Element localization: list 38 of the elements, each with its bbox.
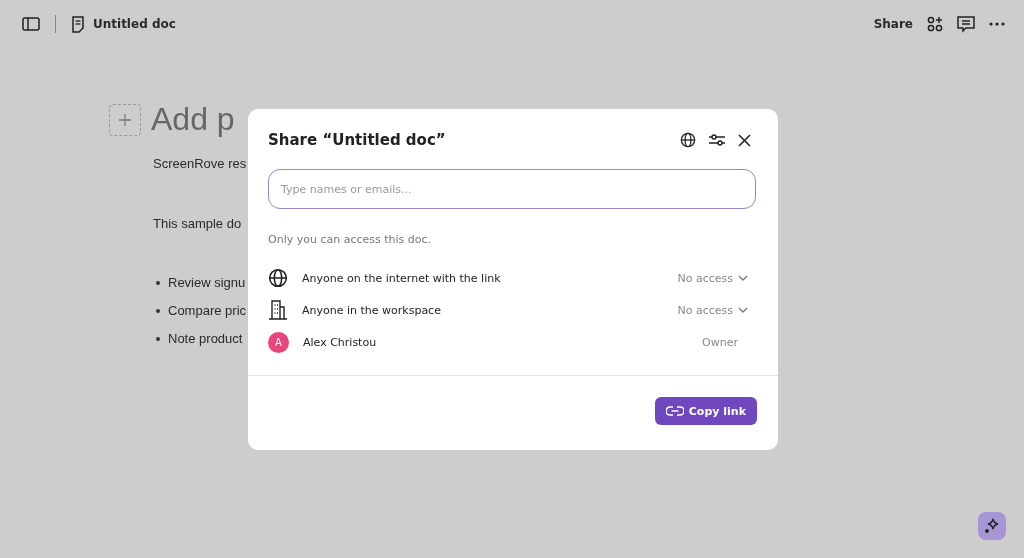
paragraph: This sample do bbox=[153, 216, 243, 231]
document-icon bbox=[71, 15, 85, 33]
sidebar-toggle-icon[interactable] bbox=[22, 17, 40, 31]
paragraph: ScreenRove res bbox=[153, 156, 248, 171]
bullet-text: Compare pric bbox=[168, 303, 247, 318]
close-icon[interactable] bbox=[738, 133, 751, 147]
globe-icon[interactable] bbox=[680, 132, 696, 148]
copy-link-button[interactable]: Copy link bbox=[654, 397, 757, 425]
share-button[interactable]: Share bbox=[873, 17, 913, 31]
comment-icon[interactable] bbox=[957, 15, 975, 33]
chevron-down-icon bbox=[738, 275, 748, 281]
avatar: A bbox=[268, 331, 289, 353]
dialog-title: Share “Untitled doc” bbox=[268, 131, 446, 149]
settings-icon[interactable] bbox=[708, 133, 726, 147]
chevron-down-icon bbox=[738, 307, 748, 313]
access-notice: Only you can access this doc. bbox=[268, 233, 433, 246]
more-icon[interactable] bbox=[989, 22, 1005, 26]
role-label: Owner bbox=[702, 335, 738, 349]
access-dropdown[interactable]: No access bbox=[677, 303, 748, 317]
plus-icon bbox=[118, 112, 132, 127]
access-label: Anyone on the internet with the link bbox=[302, 271, 501, 285]
ai-assistant-button[interactable] bbox=[978, 512, 1006, 540]
search-field[interactable]: Type names or emails... bbox=[268, 169, 756, 209]
page-title: Add p bbox=[151, 101, 235, 138]
bullet-dot bbox=[156, 308, 160, 313]
bullet-dot bbox=[156, 280, 160, 285]
apps-add-icon[interactable] bbox=[927, 16, 943, 32]
document-title: Untitled doc bbox=[93, 17, 176, 31]
access-dropdown[interactable]: No access bbox=[677, 271, 748, 285]
bullet-text: Review signu bbox=[168, 275, 246, 290]
access-label: Anyone in the workspace bbox=[302, 303, 441, 317]
sparkle-icon bbox=[983, 517, 1001, 535]
access-label: Alex Christou bbox=[303, 335, 377, 349]
bullet-dot bbox=[156, 336, 160, 341]
link-icon bbox=[665, 406, 684, 416]
globe-icon bbox=[268, 268, 288, 288]
building-icon bbox=[268, 300, 288, 320]
bullet-text: Note product bbox=[168, 331, 243, 346]
